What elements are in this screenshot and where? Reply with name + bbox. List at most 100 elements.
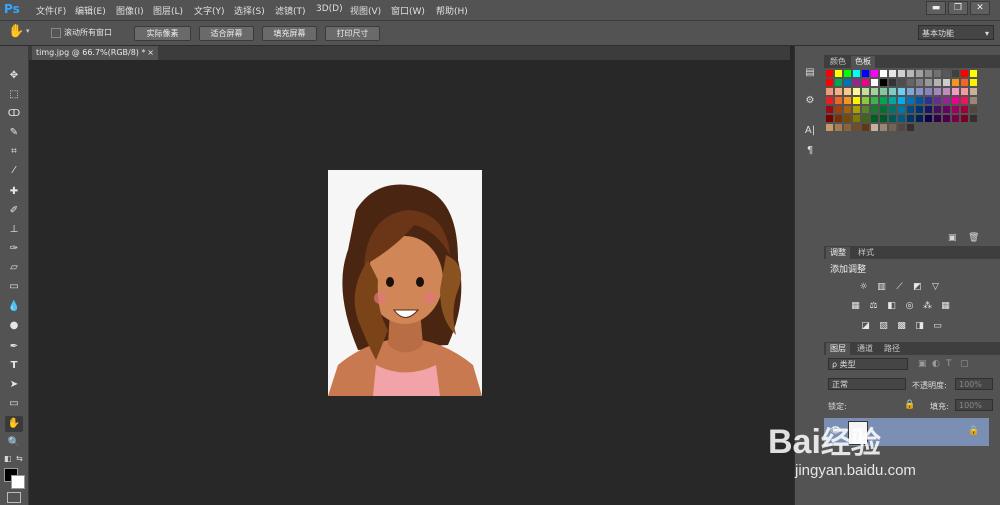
shape-tool-icon[interactable]: ▭ [5,396,23,412]
color-swatch[interactable] [835,106,842,113]
color-swatch[interactable] [925,79,932,86]
healing-brush-tool-icon[interactable]: ✚ [5,184,23,200]
color-swatch[interactable] [907,115,914,122]
menu-file[interactable]: 文件(F) [36,4,66,17]
layer-kind-filter[interactable]: ρ 类型 [828,358,908,370]
channel-mixer-icon[interactable]: ⁂ [922,301,933,311]
color-swatch[interactable] [889,106,896,113]
color-swatch[interactable] [853,97,860,104]
color-swatch[interactable] [862,88,869,95]
color-swatch[interactable] [826,97,833,104]
color-swatch[interactable] [898,124,905,131]
swap-colors-icon[interactable]: ⇆ [16,454,23,463]
tab-swatches[interactable]: 色板 [851,56,875,68]
color-swatch[interactable] [943,115,950,122]
quick-mask-icon[interactable] [7,492,21,503]
color-swatch[interactable] [952,106,959,113]
move-tool-icon[interactable]: ✥ [5,68,23,84]
menu-window[interactable]: 窗口(W) [391,4,425,17]
gradient-tool-icon[interactable]: ▭ [5,279,23,295]
color-swatch[interactable] [844,97,851,104]
tab-adjustments[interactable]: 调整 [826,247,850,259]
trash-icon[interactable]: 🗑 [968,233,979,243]
color-swatch[interactable] [925,97,932,104]
color-swatch[interactable] [853,70,860,77]
color-swatch[interactable] [934,115,941,122]
blend-mode-select[interactable]: 正常 [828,378,906,390]
color-swatch[interactable] [898,106,905,113]
color-swatch[interactable] [907,88,914,95]
color-swatch[interactable] [961,115,968,122]
color-swatch[interactable] [970,97,977,104]
menu-edit[interactable]: 编辑(E) [75,4,106,17]
adjustment-filter-icon[interactable]: ◐ [932,359,940,369]
color-swatch[interactable] [862,115,869,122]
color-swatch[interactable] [916,106,923,113]
color-swatch[interactable] [880,106,887,113]
curves-icon[interactable]: ⟋ [894,282,905,292]
menu-layer[interactable]: 图层(L) [153,4,183,17]
color-swatch[interactable] [907,97,914,104]
color-swatch[interactable] [844,124,851,131]
background-color-swatch[interactable] [11,475,25,489]
color-swatch[interactable] [880,88,887,95]
menu-select[interactable]: 选择(S) [234,4,265,17]
dodge-tool-icon[interactable]: ● [5,318,23,334]
color-swatch[interactable] [925,115,932,122]
color-swatch[interactable] [862,70,869,77]
color-swatch[interactable] [961,79,968,86]
color-swatch[interactable] [880,79,887,86]
color-swatch[interactable] [916,70,923,77]
color-swatch[interactable] [844,106,851,113]
color-swatch[interactable] [952,97,959,104]
color-swatch[interactable] [862,97,869,104]
document-tab[interactable]: timg.jpg @ 66.7%(RGB/8) * × [32,46,158,60]
color-swatch[interactable] [889,88,896,95]
fill-input[interactable]: 100% [955,399,993,411]
color-swatch[interactable] [970,70,977,77]
fit-screen-button[interactable]: 适合屏幕 [199,26,254,41]
color-swatch[interactable] [916,97,923,104]
color-swatch[interactable] [871,88,878,95]
color-swatch[interactable] [970,115,977,122]
color-swatch[interactable] [835,88,842,95]
color-swatch[interactable] [961,70,968,77]
menu-image[interactable]: 图像(I) [116,4,144,17]
history-brush-tool-icon[interactable]: ✑ [5,241,23,257]
menu-3d[interactable]: 3D(D) [316,4,343,14]
properties-panel-icon[interactable]: ⚙ [802,94,818,108]
swatches-grid[interactable] [824,68,1000,131]
color-swatch[interactable] [943,97,950,104]
menu-help[interactable]: 帮助(H) [436,4,468,17]
marquee-tool-icon[interactable]: ⬚ [5,87,23,103]
character-panel-icon[interactable]: A| [802,124,818,138]
color-swatch[interactable] [871,79,878,86]
color-swatch[interactable] [907,79,914,86]
close-tab-icon[interactable]: × [147,46,154,60]
color-swatch[interactable] [925,88,932,95]
color-swatch[interactable] [961,88,968,95]
color-swatch[interactable] [853,88,860,95]
scroll-all-checkbox[interactable] [51,28,61,38]
color-swatch[interactable] [907,106,914,113]
pixel-filter-icon[interactable]: ▣ [918,359,927,369]
menu-view[interactable]: 视图(V) [350,4,381,17]
stamp-tool-icon[interactable]: ⊥ [5,222,23,238]
color-swatch[interactable] [898,79,905,86]
color-swatch[interactable] [952,88,959,95]
threshold-icon[interactable]: ▩ [896,321,907,331]
print-size-button[interactable]: 打印尺寸 [325,26,380,41]
actual-pixels-button[interactable]: 实际像素 [134,26,191,41]
vibrance-icon[interactable]: ▽ [930,282,941,292]
color-swatch[interactable] [844,70,851,77]
color-swatch[interactable] [898,70,905,77]
color-swatch[interactable] [889,70,896,77]
color-swatch[interactable] [889,79,896,86]
color-swatch[interactable] [835,97,842,104]
color-swatch[interactable] [826,124,833,131]
color-swatch[interactable] [862,79,869,86]
color-swatch[interactable] [862,124,869,131]
color-swatch[interactable] [844,115,851,122]
color-swatch[interactable] [970,106,977,113]
quick-select-tool-icon[interactable]: ✎ [5,125,23,141]
